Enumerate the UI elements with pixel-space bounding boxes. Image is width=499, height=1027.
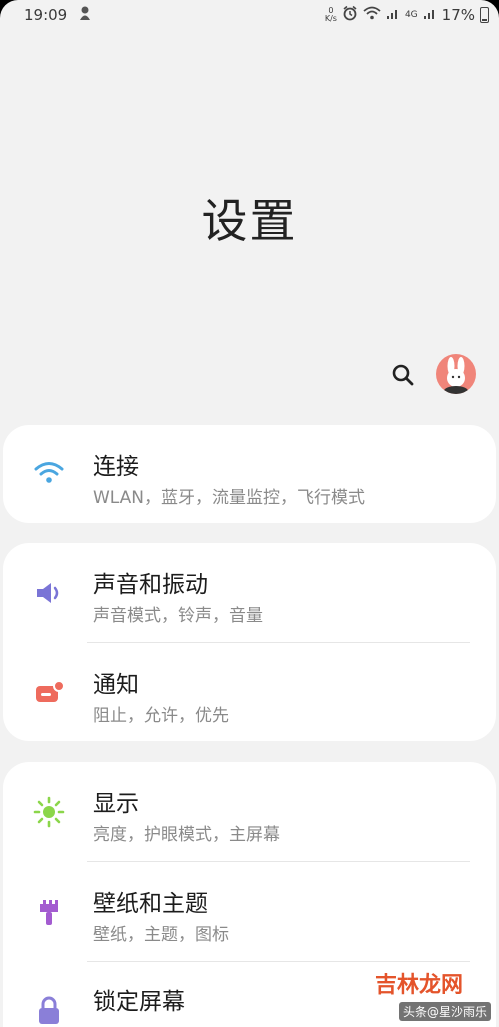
speaker-icon: [37, 583, 59, 603]
item-title: 壁纸和主题: [93, 891, 208, 917]
wifi-icon: [34, 462, 64, 483]
notification-icon: [36, 680, 65, 702]
item-subtitle: 声音模式，铃声，音量: [93, 606, 263, 626]
search-icon: [392, 364, 414, 386]
item-subtitle: 阻止，允许，优先: [93, 706, 229, 726]
signal-icon: [386, 6, 400, 24]
battery-icon: [480, 7, 489, 23]
item-title: 锁定屏幕: [93, 989, 185, 1015]
item-subtitle: WLAN，蓝牙，流量监控，飞行模式: [93, 488, 366, 508]
status-icons: 0 K/s 4G 17%: [325, 5, 489, 25]
settings-item-sound[interactable]: 声音和振动 声音模式，铃声，音量: [3, 543, 496, 642]
watermark-logo: 吉林龙网: [374, 973, 463, 998]
brush-icon: [40, 900, 58, 925]
settings-card-connections: 连接 WLAN，蓝牙，流量监控，飞行模式: [3, 425, 496, 523]
item-subtitle: 壁纸，主题，图标: [93, 925, 229, 945]
settings-item-connections[interactable]: 连接 WLAN，蓝牙，流量监控，飞行模式: [3, 425, 496, 523]
net-speed: 0 K/s: [324, 6, 337, 23]
settings-item-wallpaper-themes[interactable]: 壁纸和主题 壁纸，主题，图标: [3, 862, 496, 961]
status-bar: 19:09 0 K/s 4G 17%: [0, 0, 499, 32]
item-title: 通知: [93, 672, 139, 698]
item-title: 显示: [93, 791, 139, 817]
alarm-icon: [342, 5, 358, 25]
account-avatar[interactable]: [436, 354, 476, 394]
wifi-status-icon: [363, 6, 381, 24]
battery-percent: 17%: [441, 6, 475, 24]
item-title: 声音和振动: [93, 572, 208, 598]
page-title: 设置: [201, 194, 298, 248]
item-title: 连接: [93, 454, 139, 480]
settings-item-display[interactable]: 显示 亮度，护眼模式，主屏幕: [3, 762, 496, 861]
settings-card-sound-notifications: 声音和振动 声音模式，铃声，音量 通知 阻止，允许，优先: [3, 543, 496, 741]
settings-item-notifications[interactable]: 通知 阻止，允许，优先: [3, 643, 496, 741]
search-button[interactable]: [390, 362, 416, 388]
brightness-icon: [33, 796, 65, 828]
bunny-avatar-icon: [444, 357, 468, 394]
signal-icon-2: [423, 6, 437, 24]
notification-app-icon: [78, 5, 92, 25]
status-time: 19:09: [24, 6, 68, 24]
lock-icon: [39, 996, 59, 1024]
settings-screen: 19:09 0 K/s 4G 17% 设置 连接 WLAN，蓝牙，流量监控，飞行…: [0, 0, 499, 1027]
network-type: 4G: [404, 10, 418, 20]
watermark-credit: 头条@星沙雨乐: [398, 1002, 491, 1021]
item-subtitle: 亮度，护眼模式，主屏幕: [93, 825, 280, 845]
